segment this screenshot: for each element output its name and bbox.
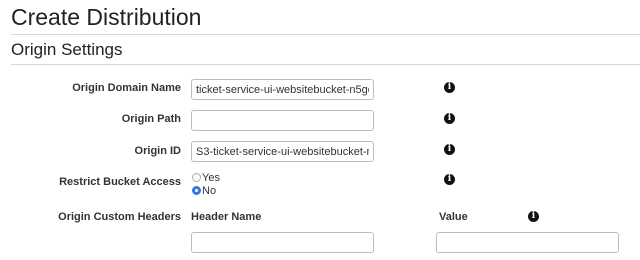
- header-value-input[interactable]: [436, 232, 619, 253]
- radio-no[interactable]: [192, 186, 201, 195]
- section-divider: [11, 64, 640, 65]
- header-name-input[interactable]: [191, 232, 374, 253]
- value-column-label: Value: [439, 211, 468, 223]
- section-title: Origin Settings: [11, 40, 123, 59]
- info-icon[interactable]: i: [444, 113, 455, 124]
- title-divider: [11, 34, 640, 35]
- info-icon[interactable]: i: [444, 174, 455, 185]
- info-icon[interactable]: i: [444, 82, 455, 93]
- origin-domain-name-label: Origin Domain Name: [72, 82, 181, 94]
- page-title: Create Distribution: [11, 4, 202, 30]
- origin-id-input[interactable]: [191, 141, 374, 162]
- info-icon[interactable]: i: [528, 211, 539, 222]
- origin-domain-name-input[interactable]: [191, 79, 374, 100]
- restrict-bucket-access-yes-option[interactable]: Yes: [192, 172, 220, 184]
- origin-custom-headers-label: Origin Custom Headers: [58, 211, 181, 223]
- origin-path-input[interactable]: [191, 110, 374, 131]
- origin-id-label: Origin ID: [134, 145, 181, 157]
- origin-path-label: Origin Path: [121, 113, 181, 125]
- radio-yes-label: Yes: [202, 172, 220, 184]
- info-icon[interactable]: i: [444, 144, 455, 155]
- radio-yes[interactable]: [192, 173, 201, 182]
- restrict-bucket-access-label: Restrict Bucket Access: [59, 176, 181, 188]
- radio-no-label: No: [202, 185, 217, 197]
- header-name-column-label: Header Name: [191, 211, 262, 223]
- restrict-bucket-access-no-option[interactable]: No: [192, 185, 216, 197]
